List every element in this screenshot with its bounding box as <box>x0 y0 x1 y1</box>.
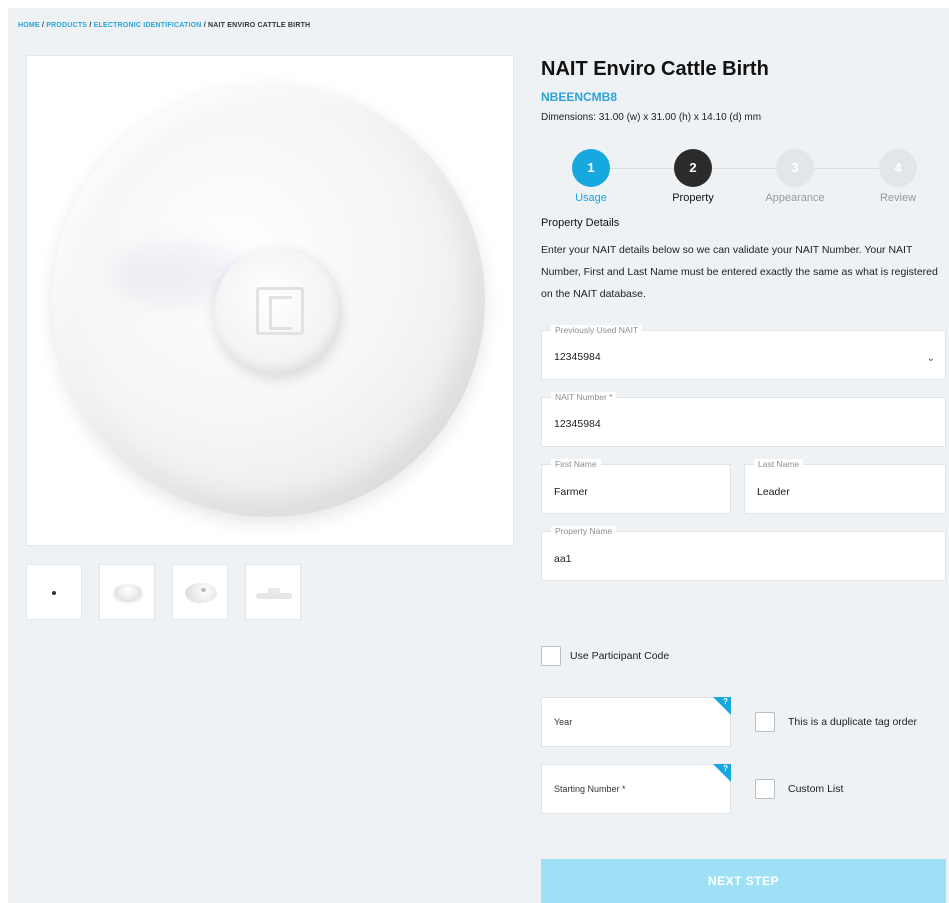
breadcrumb-current: NAIT ENVIRO CATTLE BIRTH <box>208 22 311 29</box>
chevron-down-icon: ⌄ <box>926 353 935 364</box>
field-placeholder: Year <box>554 717 573 727</box>
field-value: 12345984 <box>554 418 601 430</box>
field-value: Leader <box>757 486 790 498</box>
breadcrumb: HOME / PRODUCTS / ELECTRONIC IDENTIFICAT… <box>18 22 310 29</box>
breadcrumb-products[interactable]: PRODUCTS <box>46 22 87 29</box>
field-label: Property Name <box>551 526 617 536</box>
product-dimensions: Dimensions: 31.00 (w) x 31.00 (h) x 14.1… <box>541 112 762 123</box>
step-label: Property <box>672 192 714 204</box>
previously-used-nait-select[interactable]: Previously Used NAIT 12345984 ⌄ <box>541 325 946 380</box>
step-number: 1 <box>572 149 610 187</box>
help-icon: ? <box>723 764 728 773</box>
last-name-field[interactable]: Last Name Leader <box>744 459 946 514</box>
step-property[interactable]: 2 Property <box>653 149 733 204</box>
thumbnail-2[interactable] <box>99 564 155 620</box>
product-main-image[interactable] <box>26 55 514 546</box>
tag-perspective-view-icon <box>185 583 217 603</box>
field-value: 12345984 <box>554 351 601 363</box>
thumbnail-1[interactable] <box>26 564 82 620</box>
field-value: aa1 <box>554 553 572 565</box>
field-placeholder: Starting Number * <box>554 784 626 794</box>
step-label: Usage <box>575 192 607 204</box>
year-field[interactable]: Year ? <box>541 697 731 747</box>
field-value: Farmer <box>554 486 588 498</box>
field-label: NAIT Number * <box>551 392 617 402</box>
step-appearance: 3 Appearance <box>755 149 835 204</box>
field-label: Previously Used NAIT <box>551 325 643 335</box>
ear-tag-disc <box>52 84 485 517</box>
field-label: Last Name <box>754 459 804 469</box>
starting-number-field[interactable]: Starting Number * ? <box>541 764 731 814</box>
breadcrumb-electronic-identification[interactable]: ELECTRONIC IDENTIFICATION <box>94 22 202 29</box>
breadcrumb-separator: / <box>89 22 92 29</box>
step-number: 4 <box>879 149 917 187</box>
property-name-field[interactable]: Property Name aa1 <box>541 526 946 581</box>
use-participant-code-checkbox[interactable] <box>541 646 561 666</box>
breadcrumb-separator: / <box>41 22 45 29</box>
tag-top-view-icon <box>52 591 56 595</box>
order-stepper: 1 Usage 2 Property 3 Appearance 4 Review <box>541 149 946 209</box>
first-name-field[interactable]: First Name Farmer <box>541 459 731 514</box>
breadcrumb-home[interactable]: HOME <box>18 22 40 29</box>
duplicate-tag-order-checkbox[interactable] <box>755 712 775 732</box>
step-review: 4 Review <box>858 149 938 204</box>
tag-side-view-icon <box>256 588 292 599</box>
product-sku: NBEENCMB8 <box>541 90 618 104</box>
next-step-button[interactable]: NEXT STEP <box>541 859 946 903</box>
tag-angle-view-icon <box>114 584 142 600</box>
product-title: NAIT Enviro Cattle Birth <box>541 58 769 80</box>
nait-number-field[interactable]: NAIT Number * 12345984 <box>541 392 946 447</box>
step-usage[interactable]: 1 Usage <box>551 149 631 204</box>
step-label: Appearance <box>765 192 825 204</box>
step-number: 3 <box>776 149 814 187</box>
section-title: Property Details <box>541 217 620 229</box>
custom-list-label: Custom List <box>788 783 844 795</box>
thumbnail-3[interactable] <box>172 564 228 620</box>
thumbnail-4[interactable] <box>245 564 301 620</box>
duplicate-tag-order-label: This is a duplicate tag order <box>788 716 917 728</box>
help-tab[interactable] <box>713 697 731 715</box>
help-tab[interactable] <box>713 764 731 782</box>
page: HOME / PRODUCTS / ELECTRONIC IDENTIFICAT… <box>8 8 949 903</box>
help-icon: ? <box>723 697 728 706</box>
step-number: 2 <box>674 149 712 187</box>
brand-logo-icon <box>256 287 304 335</box>
custom-list-checkbox[interactable] <box>755 779 775 799</box>
ear-tag-boss <box>214 247 342 375</box>
field-label: First Name <box>551 459 601 469</box>
step-label: Review <box>879 192 917 204</box>
use-participant-code-label: Use Participant Code <box>570 650 670 662</box>
form-intro-text: Enter your NAIT details below so we can … <box>541 244 938 300</box>
breadcrumb-separator: / <box>203 22 206 29</box>
